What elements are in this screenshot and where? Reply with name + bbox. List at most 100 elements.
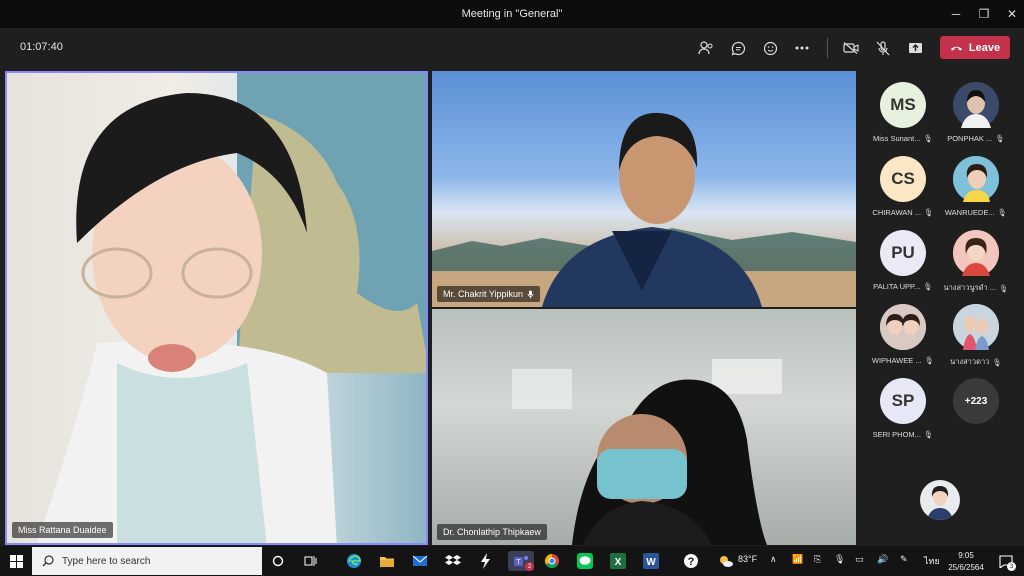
task-view-button[interactable] [300, 551, 320, 571]
mic-muted-icon: 🎙 [992, 357, 1002, 367]
roster-participant[interactable]: SP SERI PHOM... 🎙 [865, 378, 941, 439]
leave-label: Leave [968, 41, 1001, 54]
roster-participant[interactable]: นางสาวนูรดำ ... 🎙 [938, 230, 1014, 294]
svg-text:T: T [516, 559, 521, 566]
video-tile-participant[interactable]: Dr. Chonlathip Thipkaew [432, 309, 856, 545]
self-avatar-image [920, 480, 960, 520]
close-button[interactable]: ✕ [996, 0, 1024, 28]
mic-tray-icon[interactable]: 🎙 [834, 554, 845, 565]
camera-toggle-button[interactable] [839, 36, 863, 60]
avatar: PU [880, 230, 926, 276]
call-timer: 01:07:40 [20, 41, 63, 53]
weather-temp: 83°F [738, 554, 758, 564]
windows-taskbar: Type here to search T 2 X W ? 83°F ∧ 📶 ⎘… [0, 546, 1024, 576]
mic-muted-icon: 🎙 [923, 430, 934, 439]
word-app[interactable]: W [641, 551, 661, 571]
teams-badge: 2 [525, 562, 534, 571]
weather-widget[interactable] [716, 551, 736, 571]
participant-name: Miss Rattana Duaidee [18, 525, 107, 535]
chevron-up-icon[interactable]: ∧ [770, 554, 777, 565]
svg-text:W: W [646, 557, 656, 568]
roster-participant[interactable]: นางสาวดาว 🎙 [938, 304, 1014, 368]
participant-name: WANRUEDE... [944, 208, 995, 217]
mic-muted-icon: 🎙 [995, 134, 1005, 143]
edge-app[interactable] [344, 551, 364, 571]
video-tile-participant[interactable]: Mr. Chakrit Yippikun [432, 71, 856, 307]
participant-name: WIPHAWEE ... [871, 356, 922, 365]
roster-participant[interactable]: WANRUEDE... 🎙 [938, 156, 1014, 217]
video-stage: Miss Rattana Duaidee Mr. Chakrit Yippiku… [0, 68, 860, 546]
participant-video [37, 73, 426, 543]
self-view-avatar[interactable] [920, 480, 960, 520]
video-tile-speaker[interactable]: Miss Rattana Duaidee [5, 71, 428, 545]
mic-off-icon [876, 40, 890, 55]
reactions-button[interactable] [758, 36, 782, 60]
participant-video [512, 359, 782, 545]
folder-icon [380, 556, 394, 567]
chrome-icon [544, 553, 559, 569]
weather-sun-cloud-icon [720, 556, 733, 567]
help-app[interactable]: ? [681, 551, 701, 571]
roster-participant[interactable]: PONPHAK ... 🎙 [938, 82, 1014, 143]
mail-app[interactable] [410, 551, 430, 571]
roster-participant[interactable]: CS CHIRAWAN ... 🎙 [865, 156, 941, 217]
mail-icon [412, 555, 428, 566]
meet-now-icon[interactable]: ⎘ [814, 554, 821, 565]
participant-video [432, 112, 856, 307]
excel-app[interactable]: X [608, 551, 628, 571]
powershell-app[interactable] [476, 551, 496, 571]
more-actions-button[interactable] [790, 36, 814, 60]
cortana-button[interactable] [268, 551, 288, 571]
search-icon [42, 555, 54, 567]
line-app[interactable] [575, 551, 595, 571]
participant-name: Dr. Chonlathip Thipkaew [443, 527, 541, 537]
participant-name-label: Miss Rattana Duaidee [12, 522, 113, 538]
start-button[interactable] [0, 546, 32, 576]
pen-icon[interactable]: ✎ [900, 554, 908, 565]
notification-badge: 3 [1007, 562, 1016, 571]
avatar: MS [880, 82, 926, 128]
file-explorer-app[interactable] [377, 551, 397, 571]
roster-participant[interactable]: WIPHAWEE ... 🎙 [865, 304, 941, 365]
leave-button[interactable]: Leave [940, 36, 1010, 59]
edge-icon [347, 554, 361, 568]
roster-participant[interactable]: MS Miss Sunant... 🎙 [865, 82, 941, 143]
participant-name: นางสาวดาว [950, 357, 990, 366]
windows-logo-icon [9, 554, 23, 568]
volume-icon[interactable]: 🔊 [877, 554, 888, 565]
more-icon [795, 46, 809, 50]
teams-app[interactable]: T 2 [508, 551, 534, 571]
roster-participant[interactable]: PU PALITA UPP... 🎙 [865, 230, 941, 291]
share-icon [908, 43, 922, 53]
excel-icon: X [610, 553, 626, 569]
chat-button[interactable] [726, 36, 750, 60]
mic-toggle-button[interactable] [871, 36, 895, 60]
participant-name: PONPHAK ... [947, 134, 993, 143]
meeting-toolbar: 01:07:40 Leave [0, 28, 1024, 68]
window-title: Meeting in "General" [461, 8, 563, 20]
avatar [953, 156, 999, 202]
chrome-app[interactable] [542, 551, 562, 571]
participant-name: นางสาวนูรดำ ... [943, 283, 997, 292]
avatar [880, 304, 926, 350]
share-screen-button[interactable] [903, 36, 927, 60]
language-indicator[interactable]: ไทย [924, 554, 940, 568]
dropbox-app[interactable] [443, 551, 463, 571]
participant-roster: MS Miss Sunant... 🎙 PONPHAK ... 🎙 CS CHIRA… [860, 68, 1024, 546]
battery-icon[interactable]: ▭ [855, 554, 864, 565]
participant-name: CHIRAWAN ... [872, 208, 922, 217]
participant-name: Miss Sunant... [872, 134, 921, 143]
svg-text:?: ? [688, 556, 695, 568]
more-participants-button[interactable]: +223 [938, 378, 1014, 424]
taskbar-search-box[interactable]: Type here to search [32, 547, 262, 575]
notification-center-button[interactable]: 3 [996, 551, 1016, 571]
mic-muted-icon: 🎙 [923, 282, 933, 291]
svg-text:X: X [615, 557, 622, 568]
participant-name-label: Mr. Chakrit Yippikun [437, 286, 541, 302]
mic-icon [527, 290, 534, 298]
system-clock[interactable]: 9:05 25/6/2564 [945, 550, 987, 574]
chat-icon [731, 41, 745, 55]
wifi-icon[interactable]: 📶 [792, 554, 803, 565]
participants-button[interactable] [694, 36, 718, 60]
mic-muted-icon: 🎙 [923, 134, 934, 143]
